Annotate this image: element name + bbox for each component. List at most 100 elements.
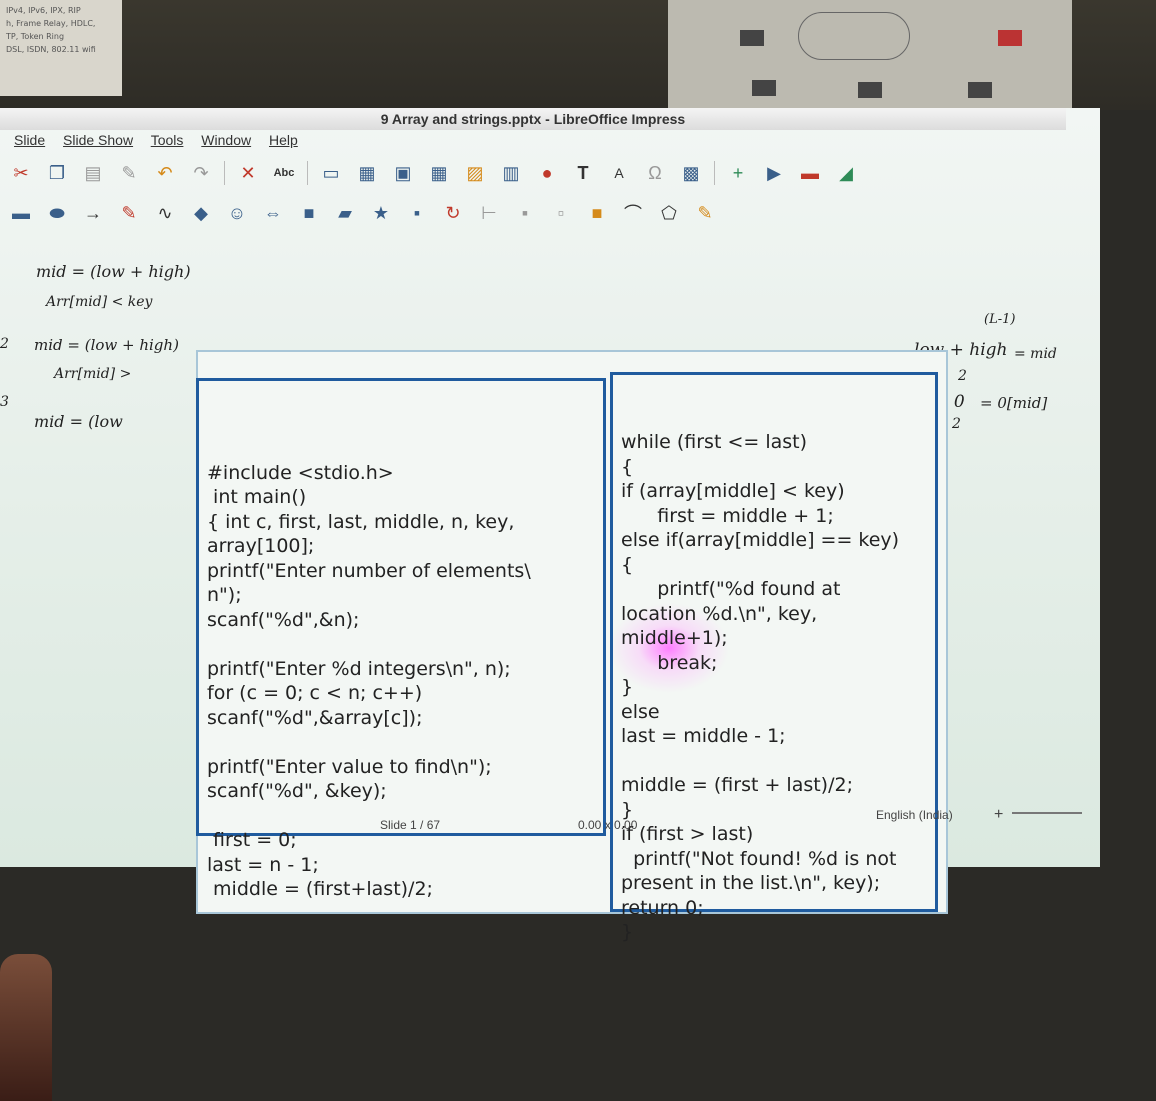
code-line: scanf("%d",&array[c]);: [207, 706, 423, 729]
grid-icon[interactable]: ▩: [678, 161, 704, 185]
text-label: T: [577, 162, 589, 183]
code-line: present in the list.\n", key);: [621, 872, 881, 894]
menu-item-tools[interactable]: Tools: [151, 132, 184, 148]
rotate-icon[interactable]: ↻: [440, 201, 466, 225]
diamond-icon[interactable]: ◆: [188, 201, 214, 225]
code-line: { int c, first, last, middle, n, key,: [207, 510, 515, 533]
handwritten-note: 3: [0, 394, 9, 410]
new-slide-icon[interactable]: ▣: [390, 161, 416, 185]
shadow-icon[interactable]: ■: [584, 201, 610, 225]
image-icon[interactable]: ▨: [462, 161, 488, 185]
display-grid-icon[interactable]: ▭: [318, 161, 344, 185]
code-line: }: [621, 676, 634, 698]
language-indicator[interactable]: English (India): [876, 808, 953, 822]
paste-icon[interactable]: ▤: [80, 161, 106, 185]
slide-counter: Slide 1 / 67: [380, 818, 441, 832]
code-block-right: while (first <= last){if (array[middle] …: [621, 430, 927, 945]
zoom-in-icon[interactable]: +: [994, 806, 1003, 824]
slide-layout-icon[interactable]: ▦: [354, 161, 380, 185]
code-line: if (array[middle] < key): [621, 480, 845, 502]
presentation-icon[interactable]: ▶: [761, 161, 787, 185]
table-icon[interactable]: ▦: [426, 161, 452, 185]
crop-icon[interactable]: ⌒: [620, 201, 646, 225]
code-line: middle+1);: [621, 627, 728, 649]
align-icon[interactable]: ⊢: [476, 201, 502, 225]
code-line: printf("Not found! %d is not: [621, 847, 897, 870]
code-line: array[100];: [207, 535, 315, 557]
server-node: [968, 82, 992, 98]
code-box-left[interactable]: #include <stdio.h> int main(){ int c, fi…: [196, 378, 729, 900]
menu-item-slide-show[interactable]: Slide Show: [63, 132, 133, 148]
toolbar-separator: [224, 161, 225, 185]
handwritten-note: mid = (low: [34, 412, 123, 431]
handwritten-note: 2: [0, 336, 9, 352]
spellcheck-icon[interactable]: Abc: [271, 161, 297, 185]
flowchart-icon[interactable]: ■: [296, 201, 322, 225]
paper-line: TP, Token Ring: [6, 32, 65, 41]
menu-item-help[interactable]: Help: [269, 132, 298, 148]
code-line: middle = (first+last)/2;: [207, 878, 433, 900]
smiley-icon[interactable]: ☺: [224, 201, 250, 225]
paper-line: DSL, ISDN, 802.11 wifi: [6, 45, 96, 54]
textbox-label: A: [614, 165, 624, 181]
find-replace-icon[interactable]: ✕: [235, 161, 261, 185]
code-line: break;: [621, 651, 718, 674]
clone-formatting-icon[interactable]: ✎: [116, 161, 142, 185]
handwritten-note: 2: [952, 416, 961, 432]
network-diagram-board: [668, 0, 1072, 108]
server-node: [752, 80, 776, 96]
code-line: location %d.\n", key,: [621, 602, 818, 625]
window-title: 9 Array and strings.pptx - LibreOffice I…: [380, 111, 686, 127]
blackboard-background: IPv4, IPv6, IPX, RIP h, Frame Relay, HDL…: [0, 0, 1156, 110]
rectangle-icon[interactable]: ▬: [8, 201, 34, 225]
code-line: last = middle - 1;: [621, 725, 786, 747]
spellcheck-label: Abc: [273, 167, 295, 179]
copy-icon[interactable]: ❐: [44, 161, 70, 185]
standard-toolbar: ✂ ❐ ▤ ✎ ↶ ↷ ✕ Abc ▭ ▦ ▣ ▦ ▨ ▥ ● T A Ω ▩ …: [0, 154, 1066, 192]
cut-icon[interactable]: ✂: [8, 161, 34, 185]
router-node: [998, 30, 1022, 46]
code-line: middle = (first + last)/2;: [621, 774, 853, 796]
redo-icon[interactable]: ↷: [188, 161, 214, 185]
group-icon[interactable]: ▫: [548, 201, 574, 225]
handwritten-note: mid = (low + high): [36, 262, 191, 281]
code-line: {: [621, 553, 634, 576]
cube-icon[interactable]: ▪: [404, 201, 430, 225]
paper-line: IPv4, IPv6, IPX, RIP: [6, 6, 81, 15]
arrow-icon[interactable]: →: [80, 201, 106, 225]
textbox-icon[interactable]: T: [570, 161, 596, 185]
handwritten-note: mid = (low + high): [34, 336, 179, 354]
arrange-icon[interactable]: ▪: [512, 201, 538, 225]
double-arrow-icon[interactable]: ⇔: [260, 201, 286, 225]
add-icon[interactable]: +: [725, 161, 751, 185]
glue-points-icon[interactable]: ✎: [692, 201, 718, 225]
shapes-icon[interactable]: ◢: [833, 161, 859, 185]
toolbar-separator: [714, 161, 715, 185]
undo-icon[interactable]: ↶: [152, 161, 178, 185]
pen-icon[interactable]: ✎: [116, 201, 142, 225]
code-line: int main(): [207, 486, 307, 508]
code-line: first = middle + 1;: [621, 504, 834, 527]
menu-item-window[interactable]: Window: [201, 132, 251, 148]
fontwork-icon[interactable]: A: [606, 161, 632, 185]
menu-item-slide[interactable]: Slide: [14, 132, 45, 148]
code-line: printf("%d found at: [621, 578, 841, 600]
chart-icon[interactable]: ▥: [498, 161, 524, 185]
curve-icon[interactable]: ∿: [152, 201, 178, 225]
menu-bar: Slide Slide Show Tools Window Help: [0, 130, 1066, 152]
media-icon[interactable]: ●: [534, 161, 560, 185]
code-line: last = n - 1;: [207, 853, 319, 876]
callout-icon[interactable]: ▰: [332, 201, 358, 225]
code-line: {: [621, 455, 634, 478]
close-presentation-icon[interactable]: ▬: [797, 161, 823, 185]
star-icon[interactable]: ★: [368, 201, 394, 225]
dimensions-readout: 0.00 x 0.00: [578, 818, 638, 832]
symbol-icon[interactable]: Ω: [642, 161, 668, 185]
points-icon[interactable]: ⬠: [656, 201, 682, 225]
zoom-slider[interactable]: [1012, 812, 1082, 814]
router-node: [740, 30, 764, 46]
drawing-toolbar: ▬ ⬬ → ✎ ∿ ◆ ☺ ⇔ ■ ▰ ★ ▪ ↻ ⊢ ▪ ▫ ■ ⌒ ⬠ ✎: [0, 194, 1066, 232]
ellipse-icon[interactable]: ⬬: [44, 201, 70, 225]
